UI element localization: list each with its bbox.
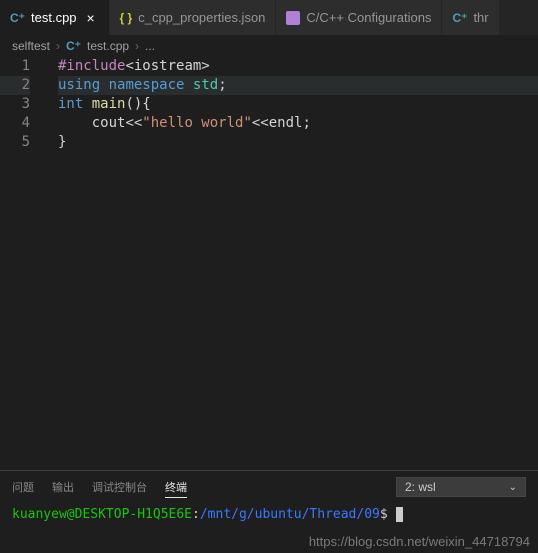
breadcrumb-file: test.cpp — [87, 39, 129, 53]
line-number-gutter: 12345 — [0, 57, 48, 470]
tab-cpp-configurations[interactable]: C/C++ Configurations — [276, 0, 442, 35]
panel-tab-output[interactable]: 输出 — [52, 477, 74, 497]
line-number: 4 — [0, 114, 30, 133]
cpp-icon: C⁺ — [66, 39, 81, 53]
breadcrumb-more: ... — [145, 39, 155, 53]
tab-bar: C⁺ test.cpp × { } c_cpp_properties.json … — [0, 0, 538, 35]
terminal[interactable]: kuanyew@DESKTOP-H1Q5E6E:/mnt/g/ubuntu/Th… — [0, 503, 538, 526]
chevron-down-icon: ⌄ — [509, 482, 517, 493]
code-line[interactable]: int main(){ — [58, 95, 538, 114]
chevron-right-icon: › — [56, 39, 60, 53]
panel-tab-bar: 问题 输出 调试控制台 终端 2: wsl ⌄ — [0, 471, 538, 503]
close-icon[interactable]: × — [83, 10, 99, 26]
breadcrumb-folder: selftest — [12, 39, 50, 53]
watermark: https://blog.csdn.net/weixin_44718794 — [309, 534, 530, 549]
terminal-dollar: $ — [380, 507, 388, 522]
tab-test-cpp[interactable]: C⁺ test.cpp × — [0, 0, 110, 35]
tab-label: c_cpp_properties.json — [138, 10, 265, 25]
terminal-selector-label: 2: wsl — [405, 480, 436, 494]
tab-label: C/C++ Configurations — [306, 10, 431, 25]
code-content[interactable]: #include<iostream>using namespace std;in… — [48, 57, 538, 470]
code-line[interactable]: } — [58, 133, 538, 152]
tab-label: thr — [473, 10, 488, 25]
cpp-icon: C⁺ — [10, 11, 25, 25]
line-number: 3 — [0, 95, 30, 114]
tab-thr[interactable]: C⁺ thr — [442, 0, 499, 35]
line-number: 2 — [0, 76, 30, 95]
code-line[interactable]: #include<iostream> — [58, 57, 538, 76]
line-number: 5 — [0, 133, 30, 152]
code-editor[interactable]: 12345 #include<iostream>using namespace … — [0, 57, 538, 470]
cpp-icon: C⁺ — [452, 11, 467, 25]
panel-tab-debug[interactable]: 调试控制台 — [92, 477, 147, 497]
breadcrumb[interactable]: selftest › C⁺ test.cpp › ... — [0, 35, 538, 57]
panel-tab-problems[interactable]: 问题 — [12, 477, 34, 497]
panel-tab-terminal[interactable]: 终端 — [165, 477, 187, 498]
terminal-path: /mnt/g/ubuntu/Thread/09 — [200, 507, 380, 522]
config-icon — [286, 11, 300, 25]
chevron-right-icon: › — [135, 39, 139, 53]
terminal-colon: : — [192, 507, 200, 522]
json-icon: { } — [120, 11, 133, 25]
terminal-user-host: kuanyew@DESKTOP-H1Q5E6E — [12, 507, 192, 522]
tab-label: test.cpp — [31, 10, 77, 25]
code-line[interactable]: using namespace std; — [58, 76, 538, 95]
terminal-selector[interactable]: 2: wsl ⌄ — [396, 477, 526, 497]
terminal-cursor — [396, 507, 403, 522]
code-line[interactable]: cout<<"hello world"<<endl; — [58, 114, 538, 133]
tab-properties-json[interactable]: { } c_cpp_properties.json — [110, 0, 277, 35]
line-number: 1 — [0, 57, 30, 76]
